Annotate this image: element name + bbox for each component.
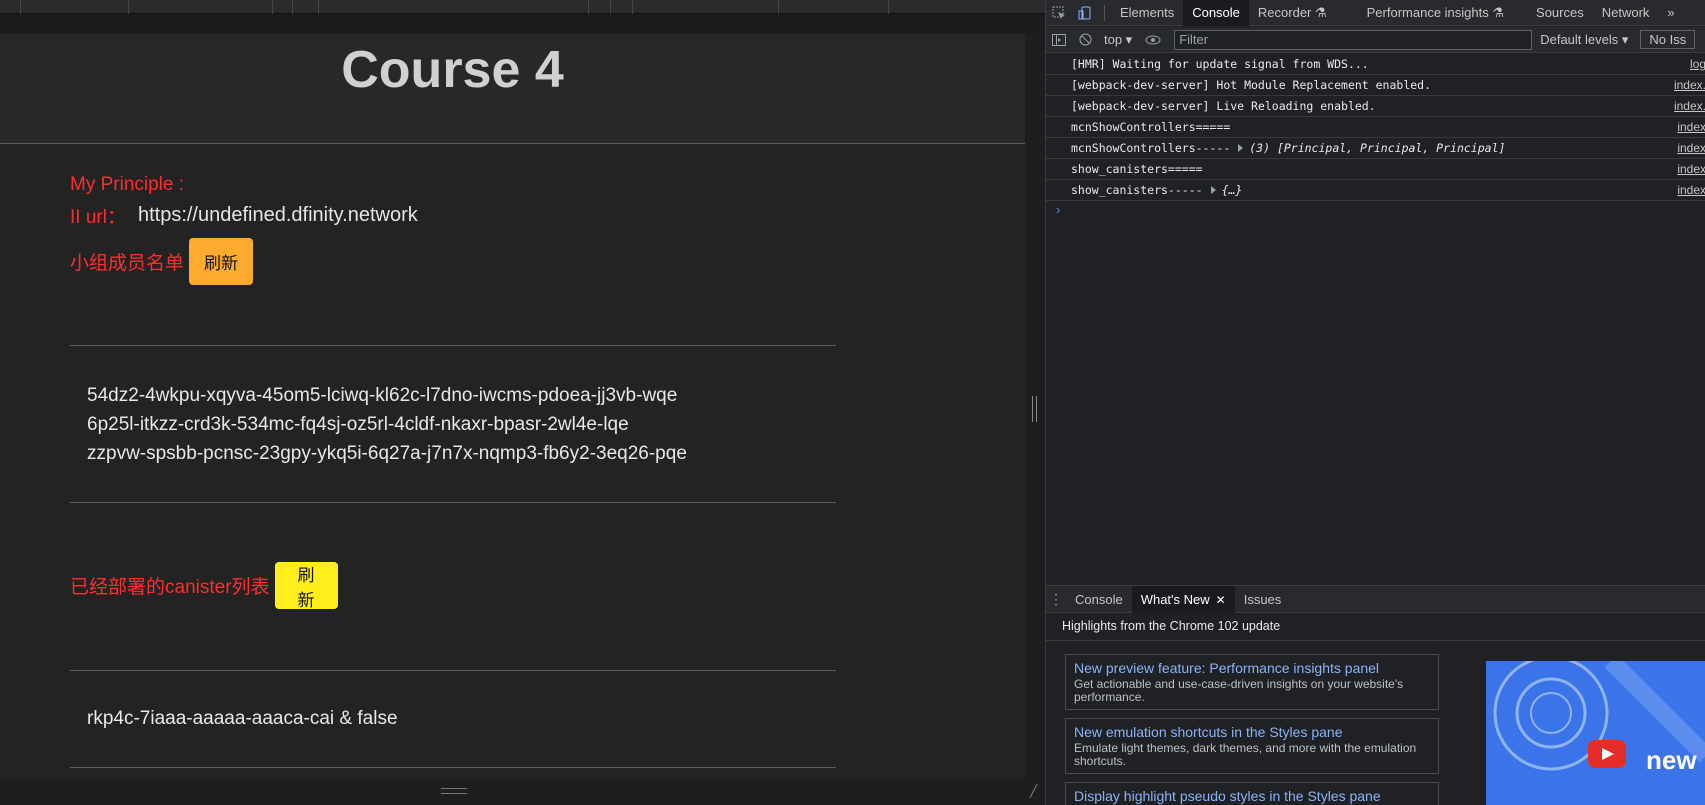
page-title: Course 4 (341, 41, 564, 99)
message-text: [webpack-dev-server] Hot Module Replacem… (1071, 78, 1432, 92)
page-header: Course 4 (0, 34, 1025, 144)
console-message: show_canisters----- {…} index (1046, 180, 1705, 201)
principle-label: My Principle : (70, 174, 185, 195)
divider (70, 767, 836, 768)
canisters-list: rkp4c-7iaaa-aaaaa-aaaca-cai & false (87, 704, 398, 733)
split-handle-icon[interactable] (1032, 396, 1037, 422)
member-item: 6p25l-itkzz-crd3k-534mc-fq4sj-oz5rl-4cld… (87, 414, 629, 435)
console-message: show_canisters===== index (1046, 159, 1705, 180)
eye-icon[interactable] (1140, 27, 1166, 53)
inspect-icon[interactable] (1046, 0, 1072, 26)
refresh-canisters-button[interactable]: 刷新 (274, 562, 338, 611)
devtools-tabbar: Elements Console Recorder ⚗ Performance … (1046, 0, 1705, 26)
card-desc: Emulate light themes, dark themes, and m… (1074, 741, 1417, 768)
console-message: [HMR] Waiting for update signal from WDS… (1046, 54, 1705, 75)
console-prompt[interactable]: › (1056, 202, 1060, 217)
canisters-header: 已经部署的canister列表 刷新 (70, 562, 338, 611)
source-link[interactable]: index (1677, 141, 1705, 155)
source-link[interactable]: index (1677, 120, 1705, 134)
sidebar-icon[interactable] (1046, 27, 1072, 53)
message-text: mcnShowControllers===== (1071, 120, 1231, 134)
message-object[interactable]: {…} (1222, 183, 1243, 197)
more-vertical-icon[interactable]: ⋮ (1046, 591, 1066, 608)
canisters-label: 已经部署的canister列表 (70, 577, 270, 598)
message-text: show_canisters===== (1071, 162, 1203, 176)
whatsnew-card[interactable]: Display highlight pseudo styles in the S… (1065, 782, 1439, 805)
source-link[interactable]: index (1677, 162, 1705, 176)
more-tabs-icon[interactable]: » (1658, 0, 1683, 26)
corner-grip-icon[interactable]: ╱ (1030, 784, 1037, 798)
whatsnew-card[interactable]: New preview feature: Performance insight… (1065, 654, 1439, 710)
whatsnew-title: Highlights from the Chrome 102 update (1062, 619, 1281, 633)
drawer-tab-issues[interactable]: Issues (1235, 586, 1291, 613)
card-title[interactable]: New preview feature: Performance insight… (1074, 660, 1430, 676)
console-message: [webpack-dev-server] Hot Module Replacem… (1046, 75, 1705, 96)
source-link[interactable]: index. (1674, 99, 1705, 113)
log-levels-select[interactable]: Default levels ▾ (1540, 32, 1628, 48)
tab-console[interactable]: Console (1183, 0, 1249, 26)
filter-input[interactable] (1174, 29, 1533, 50)
divider (70, 502, 836, 503)
expand-triangle-icon[interactable] (1210, 186, 1216, 194)
browser-top-strip (0, 0, 1045, 14)
members-label: 小组成员名单 (70, 253, 185, 274)
tab-sources[interactable]: Sources (1527, 0, 1593, 26)
drawer-tab-console[interactable]: Console (1066, 586, 1132, 613)
divider (70, 670, 836, 671)
source-link[interactable]: index. (1674, 78, 1705, 92)
resize-handle-icon[interactable] (441, 788, 467, 794)
message-text: show_canisters----- (1071, 183, 1203, 197)
close-icon[interactable]: ✕ (1216, 593, 1226, 607)
console-toolbar: top ▾ Default levels ▾ No Iss (1046, 27, 1705, 53)
promo-text: new (1646, 745, 1697, 775)
card-desc: Get actionable and use-case-driven insig… (1074, 677, 1404, 704)
expand-triangle-icon[interactable] (1238, 144, 1244, 152)
gap-band (0, 14, 1045, 34)
devtools-panel: Elements Console Recorder ⚗ Performance … (1045, 0, 1705, 805)
device-toggle-icon[interactable] (1072, 0, 1098, 26)
context-select[interactable]: top ▾ (1104, 32, 1132, 48)
source-link[interactable]: log (1690, 57, 1705, 71)
drawer-tab-label: What's New (1140, 591, 1210, 607)
ii-url-value: https://undefined.dfinity.network (137, 204, 418, 226)
refresh-members-button[interactable]: 刷新 (189, 238, 254, 285)
app-page: Course 4 My Principle : II url： https://… (0, 34, 1025, 780)
console-messages: [HMR] Waiting for update signal from WDS… (1046, 54, 1705, 201)
tab-network[interactable]: Network (1593, 0, 1659, 26)
member-item: zzpvw-spsbb-pcnsc-23gpy-ykq5i-6q27a-j7n7… (87, 443, 687, 464)
source-link[interactable]: index (1677, 183, 1705, 197)
tab-recorder[interactable]: Recorder ⚗ (1249, 0, 1336, 26)
page-viewport: Course 4 My Principle : II url： https://… (0, 0, 1045, 805)
console-message: mcnShowControllers===== index (1046, 117, 1705, 138)
promo-video-thumbnail[interactable]: new (1486, 661, 1705, 805)
whatsnew-card[interactable]: New emulation shortcuts in the Styles pa… (1065, 718, 1439, 774)
console-message: [webpack-dev-server] Live Reloading enab… (1046, 96, 1705, 117)
card-title[interactable]: New emulation shortcuts in the Styles pa… (1074, 724, 1430, 740)
tab-performance-insights[interactable]: Performance insights ⚗ (1358, 0, 1513, 26)
drawer-tabbar: ⋮ Console What's New ✕ Issues (1046, 585, 1705, 613)
issues-button[interactable]: No Iss (1640, 30, 1696, 49)
message-object[interactable]: (3) [Principal, Principal, Principal] (1249, 141, 1505, 155)
ii-url-label: II url： (70, 207, 126, 228)
message-text: [HMR] Waiting for update signal from WDS… (1071, 57, 1369, 71)
whatsnew-content: New preview feature: Performance insight… (1046, 640, 1705, 805)
member-item: 54dz2-4wkpu-xqyva-45om5-lciwq-kl62c-l7dn… (87, 385, 678, 406)
message-text: mcnShowControllers----- (1071, 141, 1231, 155)
message-text: [webpack-dev-server] Live Reloading enab… (1071, 99, 1376, 113)
drawer-tab-whats-new[interactable]: What's New ✕ (1131, 585, 1235, 613)
tab-elements[interactable]: Elements (1111, 0, 1183, 26)
divider (70, 345, 836, 346)
card-title[interactable]: Display highlight pseudo styles in the S… (1074, 788, 1430, 804)
youtube-play-icon[interactable] (1588, 740, 1626, 768)
canister-item: rkp4c-7iaaa-aaaaa-aaaca-cai & false (87, 708, 398, 729)
members-list: 54dz2-4wkpu-xqyva-45om5-lciwq-kl62c-l7dn… (87, 381, 687, 468)
console-message: mcnShowControllers----- (3) [Principal, … (1046, 138, 1705, 159)
clear-icon[interactable] (1072, 27, 1098, 53)
ii-url-row: II url： https://undefined.dfinity.networ… (70, 202, 418, 229)
members-header: 小组成员名单 刷新 (70, 238, 254, 285)
